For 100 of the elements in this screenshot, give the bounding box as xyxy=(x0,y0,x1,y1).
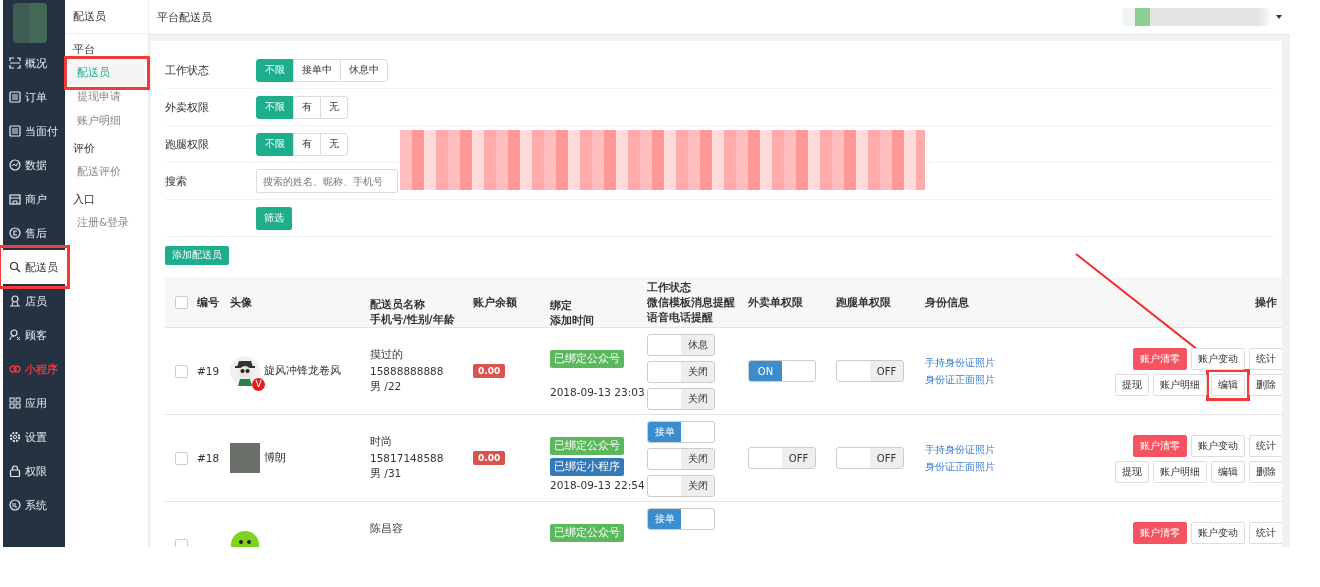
filter-label: 跑腿权限 xyxy=(165,136,210,152)
filter-option[interactable]: 有 xyxy=(293,132,321,156)
action-button[interactable]: 编辑 xyxy=(1211,461,1245,483)
balance-badge: 0.00 xyxy=(473,364,506,378)
action-button[interactable]: 统计 xyxy=(1249,522,1282,544)
sidebar-item[interactable]: 概况 xyxy=(3,46,65,80)
binding-tag: 已绑定小程序 xyxy=(550,458,624,476)
sidebar-item[interactable]: 顾客 xyxy=(3,318,65,352)
settings-icon xyxy=(9,431,21,443)
filter-label: 工作状态 xyxy=(165,62,210,78)
toggle-switch[interactable]: 关闭 xyxy=(647,448,715,470)
table-cell: 摸过的 xyxy=(370,348,403,362)
binding-tag: 已绑定公众号 xyxy=(550,524,624,542)
nickname: 博朗 xyxy=(264,451,286,465)
column-header: 操作 xyxy=(1255,294,1277,310)
action-button[interactable]: 删除 xyxy=(1249,461,1282,483)
checkbox[interactable] xyxy=(174,364,188,378)
column-header: 工作状态 微信模板消息提醒 语音电话提醒 xyxy=(647,279,735,325)
sidebar-item[interactable]: 配送员 xyxy=(3,250,65,284)
toggle-switch[interactable]: 关闭 xyxy=(647,361,715,383)
circular-icon xyxy=(9,227,21,239)
sidebar-item[interactable]: 店员 xyxy=(3,284,65,318)
column-header: 配送员名称 手机号/性别/年龄 xyxy=(370,297,455,327)
action-button[interactable]: 账户明细 xyxy=(1153,461,1207,483)
action-button[interactable]: 统计 xyxy=(1249,435,1282,457)
sidebar-item[interactable]: 订单 xyxy=(3,80,65,114)
nickname: 旋风冲锋龙卷风 xyxy=(264,364,341,378)
action-button[interactable]: 提现 xyxy=(1115,374,1149,396)
column-header: 外卖单权限 xyxy=(748,294,803,310)
submenu-item[interactable]: 账户明细 xyxy=(69,109,129,133)
toggle-switch[interactable]: 休息 xyxy=(647,334,715,356)
filter-label: 外卖权限 xyxy=(165,99,210,115)
filter-option[interactable]: 无 xyxy=(320,132,348,156)
submenu-item[interactable]: 注册&登录 xyxy=(69,211,138,235)
binding-tag: 已绑定公众号 xyxy=(550,350,624,368)
page-title: 平台配送员 xyxy=(157,9,212,25)
submenu-item[interactable]: 配送评价 xyxy=(69,160,129,184)
apps-icon xyxy=(9,397,21,409)
action-button[interactable]: 删除 xyxy=(1249,374,1282,396)
photo-placeholder xyxy=(230,443,260,473)
filter-option[interactable]: 无 xyxy=(320,95,348,119)
table-cell: #18 xyxy=(197,452,220,464)
submenu-item[interactable]: 提现申请 xyxy=(69,85,129,109)
action-button[interactable]: 账户变动 xyxy=(1191,435,1245,457)
sidebar-item[interactable]: 权限 xyxy=(3,454,65,488)
toggle-switch[interactable]: 关闭 xyxy=(647,475,715,497)
id-photo-link[interactable]: 手持身份证照片 xyxy=(925,442,995,457)
checkbox[interactable] xyxy=(174,538,188,547)
column-header: 头像 xyxy=(230,294,252,310)
submenu-heading: 入口 xyxy=(72,192,96,208)
filter-option[interactable]: 接单中 xyxy=(293,58,341,82)
people-icon xyxy=(9,329,21,341)
submenu-heading: 评价 xyxy=(72,141,96,157)
action-button[interactable]: 账户变动 xyxy=(1191,522,1245,544)
link-icon xyxy=(9,363,21,375)
table-cell: #19 xyxy=(197,365,220,377)
column-header: 编号 xyxy=(197,294,219,310)
action-button[interactable]: 提现 xyxy=(1115,461,1149,483)
sidebar-item[interactable]: 设置 xyxy=(3,420,65,454)
sidebar-item[interactable]: 当面付 xyxy=(3,114,65,148)
action-button[interactable]: 编辑 xyxy=(1211,374,1245,396)
toggle-switch[interactable]: 接单 xyxy=(647,421,715,443)
shop-icon xyxy=(9,193,21,205)
toggle-switch[interactable]: OFF xyxy=(748,447,816,469)
table-cell: 男 /31 xyxy=(370,467,402,481)
submenu-heading: 平台 xyxy=(72,42,96,58)
action-button[interactable]: 账户变动 xyxy=(1191,348,1245,370)
search-field[interactable]: 搜索的姓名、昵称、手机号 xyxy=(256,169,398,193)
id-photo-link[interactable]: 手持身份证照片 xyxy=(925,355,995,370)
sidebar-item[interactable]: 售后 xyxy=(3,216,65,250)
column-header: 绑定 添加时间 xyxy=(550,298,594,328)
sidebar-item[interactable]: 系统 xyxy=(3,488,65,522)
binding-tag: 已绑定公众号 xyxy=(550,437,624,455)
sidebar-item[interactable]: 数据 xyxy=(3,148,65,182)
caret-icon xyxy=(1276,15,1282,19)
table-cell: 15888888888 xyxy=(370,365,444,377)
chart-icon xyxy=(9,159,21,171)
lock-icon xyxy=(9,465,21,477)
table-cell: 15817148588 xyxy=(370,452,444,464)
action-button[interactable]: 账户明细 xyxy=(1153,374,1207,396)
toggle-switch[interactable]: ON xyxy=(748,360,816,382)
filter-option[interactable]: 有 xyxy=(293,95,321,119)
sidebar-item[interactable]: 商户 xyxy=(3,182,65,216)
filter-option[interactable]: 休息中 xyxy=(340,58,388,82)
toggle-switch[interactable]: OFF xyxy=(836,360,904,382)
toggle-switch[interactable]: 关闭 xyxy=(647,388,715,410)
verified-badge: V xyxy=(252,378,265,391)
id-photo-link[interactable]: 身份证正面照片 xyxy=(925,372,995,387)
toggle-switch[interactable]: 接单 xyxy=(647,508,715,530)
sidebar-item[interactable]: 应用 xyxy=(3,386,65,420)
action-button[interactable]: 统计 xyxy=(1249,348,1282,370)
checkbox[interactable] xyxy=(174,451,188,465)
toggle-switch[interactable]: OFF xyxy=(836,447,904,469)
table-cell: 2018-09-13 23:03 xyxy=(550,386,645,398)
submenu-title: 配送员 xyxy=(65,0,148,34)
search-icon xyxy=(9,261,21,273)
checkbox[interactable] xyxy=(174,295,188,309)
table-cell: 2018-09-13 22:54 xyxy=(550,479,645,491)
id-photo-link[interactable]: 身份证正面照片 xyxy=(925,459,995,474)
table-cell: 时尚 xyxy=(370,435,392,449)
